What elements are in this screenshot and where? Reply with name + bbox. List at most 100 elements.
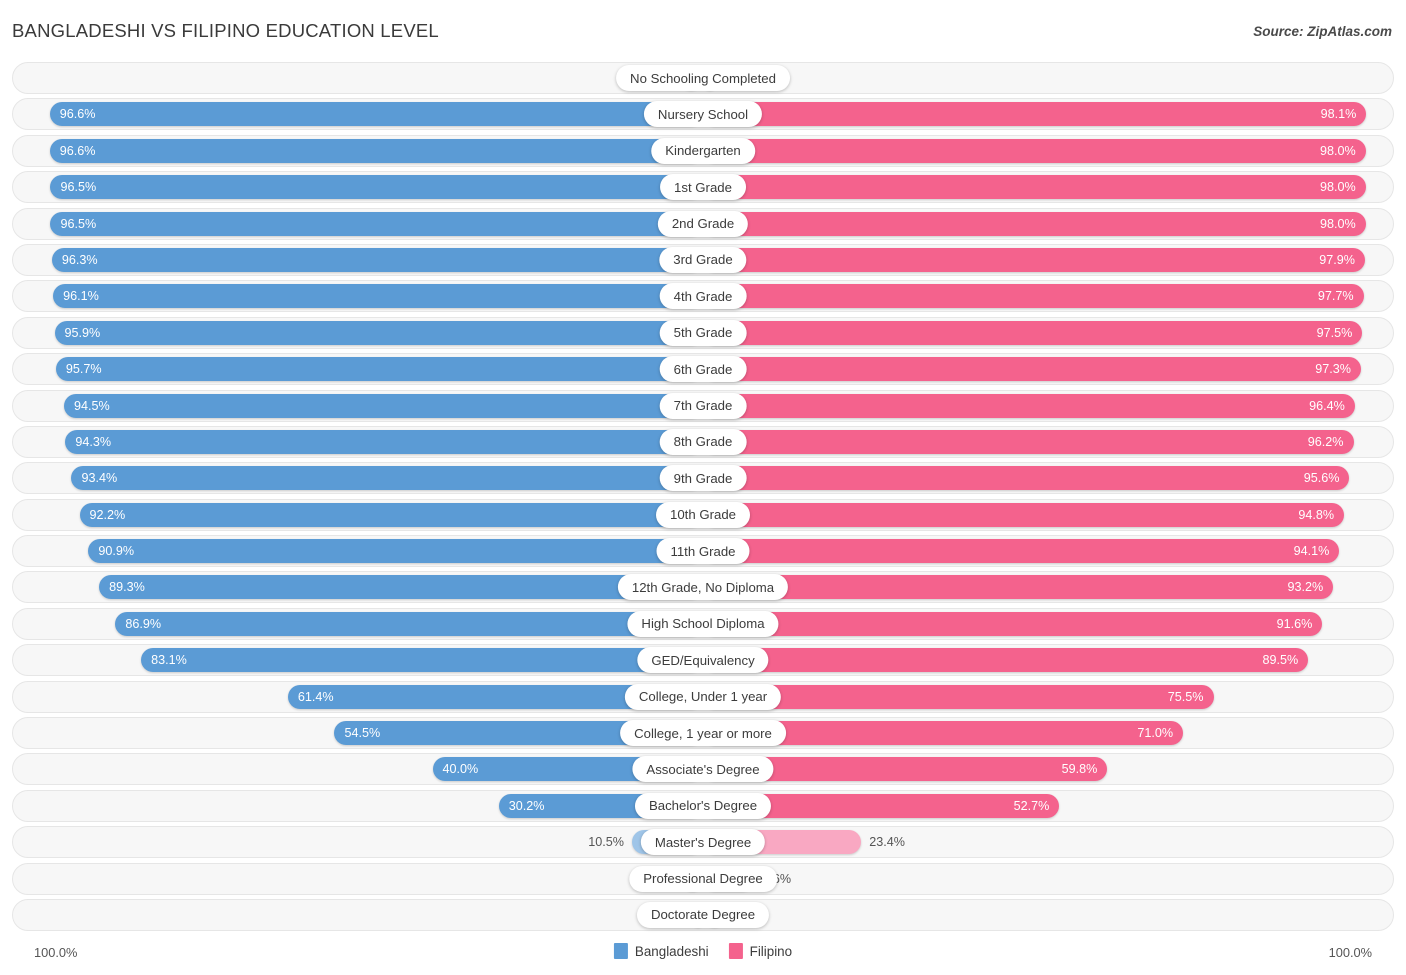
- category-label: Kindergarten: [651, 137, 755, 164]
- legend-label: Bangladeshi: [634, 943, 709, 959]
- bar-filipino: 98.0%: [703, 175, 1366, 200]
- bar-row: 94.5% 96.4% 7th Grade: [12, 389, 1394, 422]
- category-label: College, Under 1 year: [624, 683, 782, 710]
- bar-value-bangladeshi: 1.2%: [13, 900, 695, 930]
- bar-row: 83.1% 89.5% GED/Equivalency: [12, 644, 1394, 677]
- category-label: Master's Degree: [640, 829, 766, 856]
- bar-value-filipino: 97.3%: [1315, 362, 1351, 377]
- category-label: GED/Equivalency: [637, 647, 769, 674]
- category-label: 1st Grade: [660, 174, 746, 201]
- bar-value-bangladeshi: 40.0%: [442, 762, 479, 777]
- bar-value-bangladeshi: 95.7%: [65, 362, 102, 377]
- category-label: Bachelor's Degree: [634, 792, 772, 819]
- bar-row: 30.2% 52.7% Bachelor's Degree: [12, 789, 1394, 822]
- bar-filipino: 89.5%: [703, 648, 1309, 673]
- bar-filipino: 96.4%: [703, 393, 1355, 418]
- bar-value-bangladeshi: 30.2%: [508, 798, 545, 813]
- bar-row: 96.5% 98.0% 2nd Grade: [12, 207, 1394, 240]
- bar-filipino: 94.1%: [703, 539, 1340, 564]
- bar-value-filipino: 96.2%: [1307, 434, 1344, 449]
- legend-swatch-icon: [613, 943, 628, 959]
- category-label: 2nd Grade: [657, 210, 749, 237]
- bar-row: 61.4% 75.5% College, Under 1 year: [12, 680, 1394, 713]
- bar-bangladeshi: 90.9%: [88, 539, 703, 564]
- bar-filipino: 97.5%: [703, 320, 1363, 345]
- bar-value-bangladeshi: 10.5%: [588, 835, 624, 850]
- bar-value-filipino: 95.6%: [1303, 471, 1340, 486]
- bar-value-filipino: 97.7%: [1317, 289, 1354, 304]
- bar-filipino: 95.6%: [703, 466, 1350, 491]
- bar-bangladeshi: 96.3%: [51, 247, 703, 272]
- bar-value-filipino: 97.9%: [1319, 252, 1355, 267]
- bar-bangladeshi: 95.7%: [55, 357, 703, 382]
- bar-value-bangladeshi: 86.9%: [125, 616, 162, 631]
- bar-bangladeshi: 86.9%: [115, 611, 703, 636]
- bar-filipino: 97.9%: [703, 247, 1365, 272]
- bar-value-bangladeshi: 92.2%: [89, 507, 126, 522]
- bar-bangladeshi: 96.1%: [53, 284, 703, 309]
- bar-value-bangladeshi: 96.5%: [60, 180, 97, 195]
- category-label: No Schooling Completed: [616, 65, 790, 91]
- bar-value-filipino: 98.1%: [1320, 107, 1357, 122]
- bar-row: 92.2% 94.8% 10th Grade: [12, 498, 1394, 531]
- bar-bangladeshi: 89.3%: [99, 575, 703, 600]
- bar-value-bangladeshi: 93.4%: [81, 471, 118, 486]
- category-label: High School Diploma: [627, 610, 779, 637]
- category-label: 11th Grade: [656, 538, 750, 565]
- category-label: 6th Grade: [659, 356, 747, 383]
- bar-value-bangladeshi: 61.4%: [297, 689, 334, 704]
- page-title: BANGLADESHI VS FILIPINO EDUCATION LEVEL: [12, 20, 439, 41]
- bar-row: 96.6% 98.0% Kindergarten: [12, 134, 1394, 167]
- category-label: Nursery School: [643, 101, 763, 128]
- bar-value-bangladeshi: 3.5%: [13, 63, 679, 93]
- bar-value-bangladeshi: 96.6%: [59, 107, 96, 122]
- category-label: 9th Grade: [659, 465, 747, 492]
- bar-value-filipino: 75.5%: [1167, 689, 1204, 704]
- bar-value-filipino: 91.6%: [1276, 616, 1313, 631]
- bar-value-bangladeshi: 94.3%: [75, 434, 112, 449]
- category-label: 7th Grade: [659, 392, 747, 419]
- legend-item[interactable]: Filipino: [728, 943, 792, 959]
- chart-header: BANGLADESHI VS FILIPINO EDUCATION LEVEL …: [0, 0, 1406, 52]
- bar-value-filipino: 94.8%: [1298, 507, 1335, 522]
- bar-row: 96.5% 98.0% 1st Grade: [12, 171, 1394, 204]
- category-label: Professional Degree: [629, 865, 777, 892]
- bar-value-filipino: 71.0%: [1137, 726, 1174, 741]
- bar-row: 96.6% 98.1% Nursery School: [12, 98, 1394, 131]
- bar-filipino: 94.8%: [703, 502, 1345, 527]
- category-label: 3rd Grade: [659, 246, 747, 273]
- bar-value-filipino: 3.4%: [726, 900, 1393, 930]
- bar-row: 96.1% 97.7% 4th Grade: [12, 280, 1394, 313]
- bar-filipino: 96.2%: [703, 429, 1354, 454]
- legend-item[interactable]: Bangladeshi: [613, 943, 709, 959]
- bar-value-filipino: 89.5%: [1262, 653, 1299, 668]
- bar-row: 96.3% 97.9% 3rd Grade: [12, 243, 1394, 276]
- bar-filipino: 97.3%: [703, 357, 1361, 382]
- source-attribution: Source: ZipAtlas.com: [1253, 24, 1392, 39]
- bar-value-bangladeshi: 90.9%: [98, 544, 135, 559]
- bar-value-bangladeshi: 83.1%: [151, 653, 187, 668]
- bar-row: 1.2% 3.4%Doctorate Degree: [12, 898, 1394, 931]
- bar-value-filipino: 98.0%: [1319, 180, 1356, 195]
- bar-row: 3.1% 7.6%Professional Degree: [12, 862, 1394, 895]
- bar-value-bangladeshi: 3.1%: [13, 864, 682, 894]
- bar-value-filipino: 7.6%: [762, 871, 792, 886]
- bar-bangladeshi: 83.1%: [141, 648, 703, 673]
- bar-row: 93.4% 95.6% 9th Grade: [12, 462, 1394, 495]
- bar-row: 94.3% 96.2% 8th Grade: [12, 425, 1394, 458]
- bar-row: 89.3% 93.2% 12th Grade, No Diploma: [12, 571, 1394, 604]
- bar-value-filipino: 96.4%: [1309, 398, 1345, 413]
- axis-label-right: 100.0%: [1328, 945, 1372, 960]
- bar-value-filipino: 59.8%: [1061, 762, 1098, 777]
- bar-value-filipino: 2.0%: [717, 63, 1393, 93]
- bar-row: 54.5% 71.0% College, 1 year or more: [12, 717, 1394, 750]
- bar-filipino: 97.7%: [703, 284, 1364, 309]
- bar-value-bangladeshi: 96.1%: [63, 289, 99, 304]
- bar-filipino: 93.2%: [703, 575, 1334, 600]
- bar-value-filipino: 97.5%: [1316, 325, 1353, 340]
- bar-value-bangladeshi: 94.5%: [74, 398, 110, 413]
- bar-bangladeshi: 94.5%: [64, 393, 703, 418]
- bar-row: 86.9% 91.6% High School Diploma: [12, 607, 1394, 640]
- bar-value-filipino: 52.7%: [1013, 798, 1050, 813]
- category-label: Associate's Degree: [632, 756, 774, 783]
